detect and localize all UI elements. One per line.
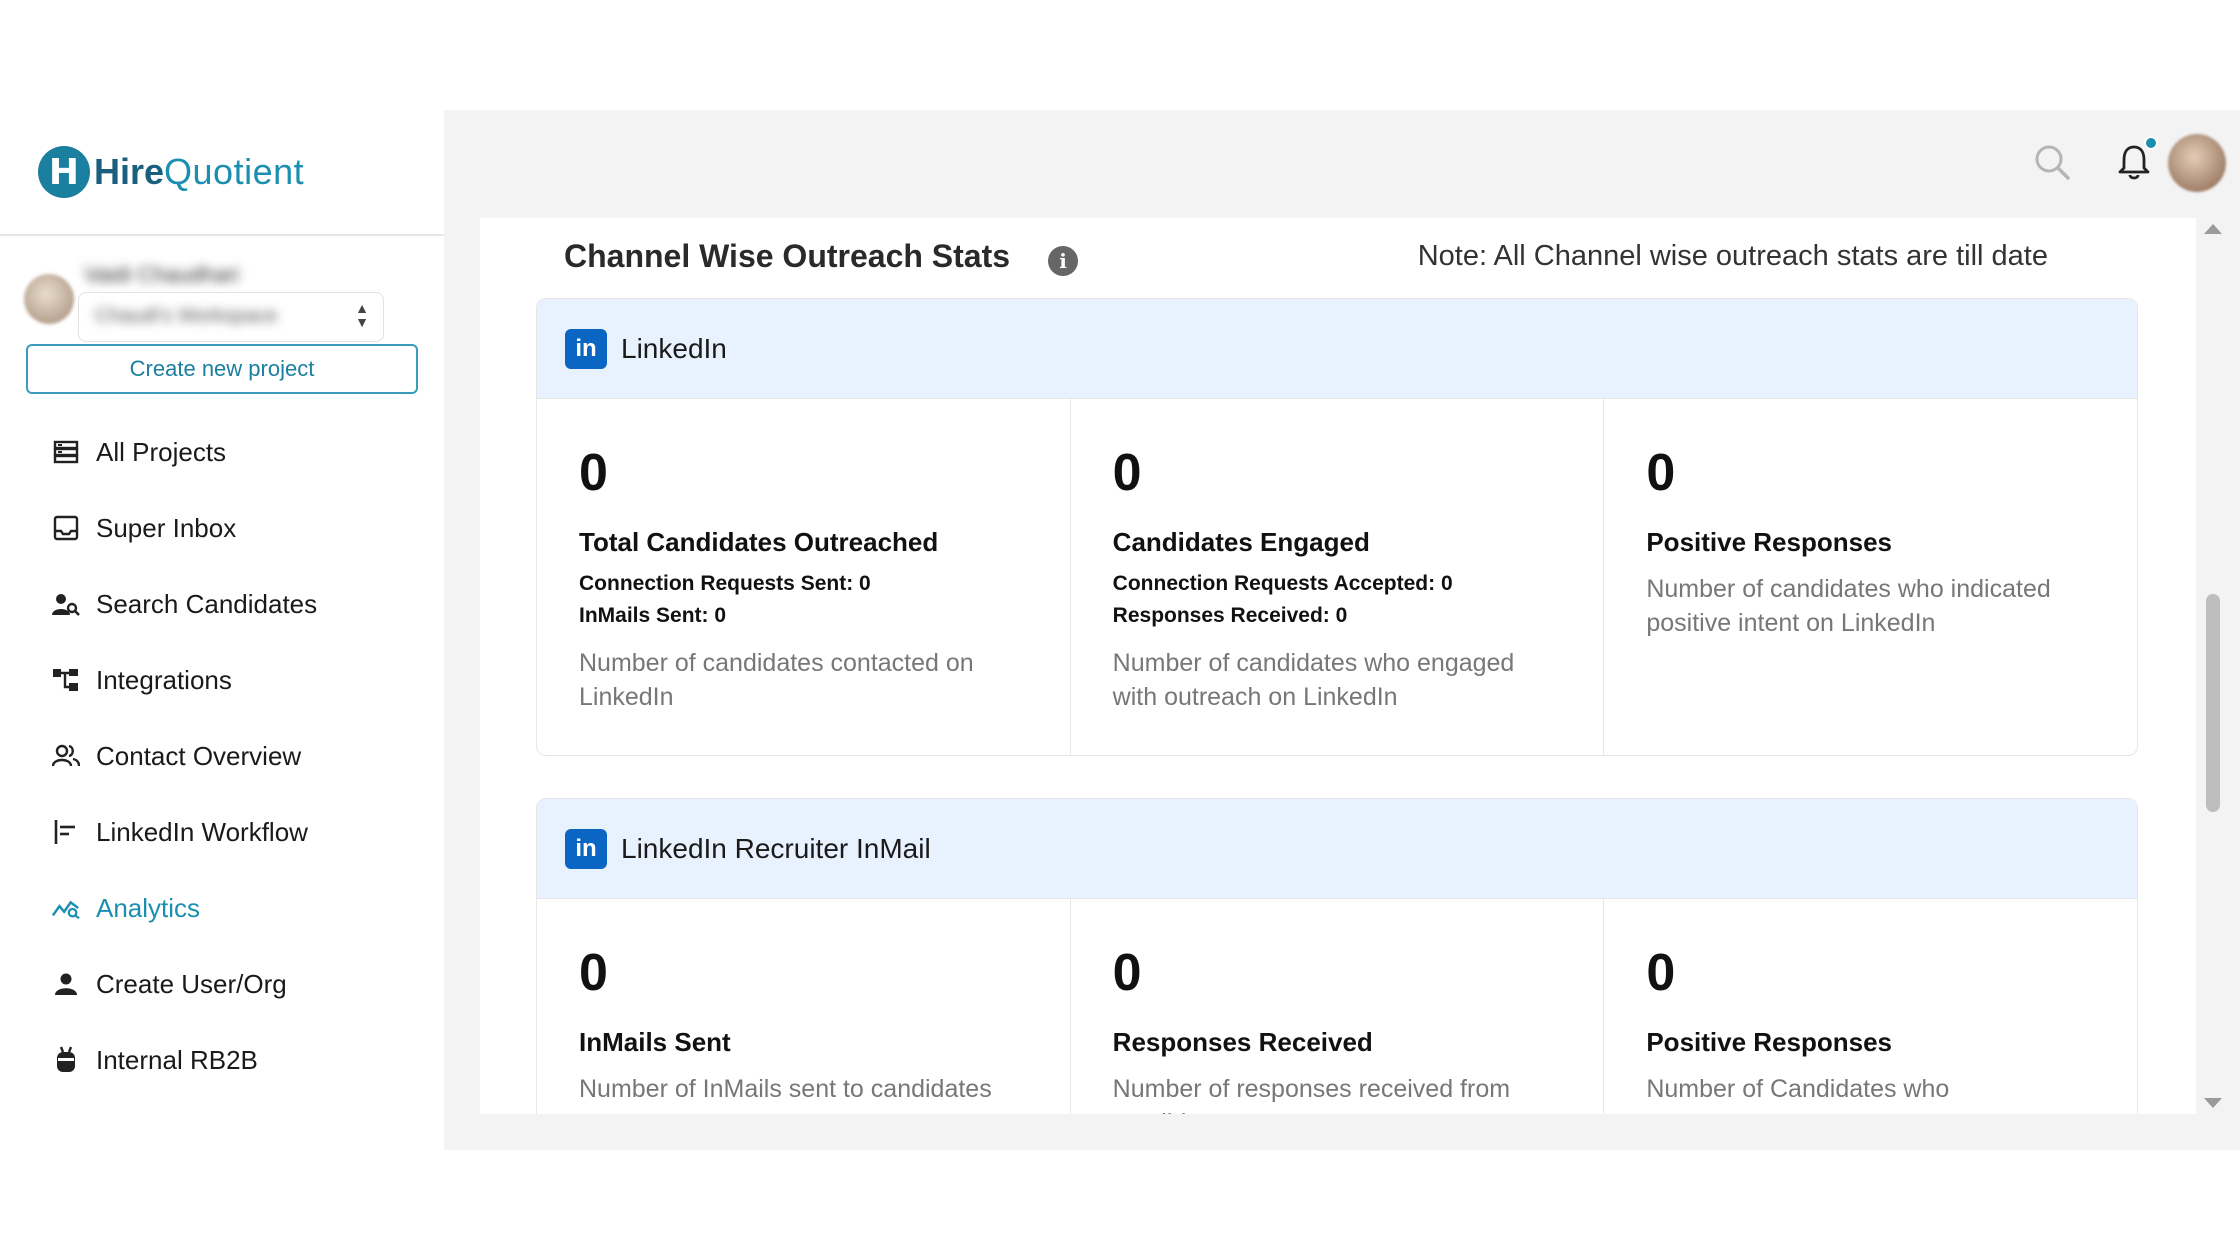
stat-title: Responses Received	[1112, 1027, 1373, 1057]
user-switcher: Vaidi Chaudhari Chaudi's Workspace ▲ ▼	[22, 252, 422, 342]
user-avatar[interactable]	[24, 274, 74, 324]
stat-subtext: Connection Requests Accepted: 0 Response…	[1113, 568, 1562, 632]
scroll-up-arrow-icon[interactable]	[2204, 224, 2222, 234]
stat-title: Positive Responses	[1646, 1027, 1892, 1057]
sidebar-item-super-inbox[interactable]: Super Inbox	[0, 490, 444, 566]
sidebar-item-label: All Projects	[96, 436, 227, 467]
sidebar-item-integrations[interactable]: Integrations	[0, 642, 444, 718]
card-title: LinkedIn Recruiter InMail	[621, 832, 931, 864]
sidebar: H Hire Quotient Vaidi Chaudhari Chaudi's …	[0, 110, 444, 1150]
stat-positive-responses: 0 Positive Responses Number of Candidate…	[1604, 899, 2137, 1114]
stat-value: 0	[579, 944, 608, 1002]
card-header: in LinkedIn Recruiter InMail	[537, 799, 2137, 899]
inbox-icon	[52, 514, 80, 542]
main-panel: Channel Wise Outreach Stats i Note: All …	[444, 110, 2240, 1150]
sidebar-item-label: Integrations	[96, 664, 232, 695]
stat-value: 0	[1112, 944, 1142, 1002]
stat-description: Number of InMails sent to candidates	[579, 1075, 992, 1103]
workspace-name: Chaudi's Workspace	[95, 305, 278, 327]
stat-total-candidates-outreached: 0 Total Candidates Outreached Connection…	[537, 399, 1071, 755]
stat-value: 0	[579, 444, 608, 502]
section-title: Channel Wise Outreach Stats	[564, 238, 1011, 274]
sidebar-nav: All Projects Super Inbox Search Candidat…	[0, 414, 444, 1098]
search-icon[interactable]	[2030, 140, 2074, 184]
stat-candidates-engaged: 0 Candidates Engaged Connection Requests…	[1071, 399, 1605, 755]
sidebar-item-create-user-org[interactable]: Create User/Org	[0, 946, 444, 1022]
content-scrollbar[interactable]	[2198, 218, 2228, 1114]
stat-title: InMails Sent	[579, 1027, 731, 1057]
section-note: Note: All Channel wise outreach stats ar…	[1417, 240, 2048, 272]
stat-description: Number of candidates who engaged with ou…	[1112, 649, 1515, 711]
sidebar-item-label: Super Inbox	[96, 512, 237, 543]
stat-value: 0	[1646, 944, 1676, 1002]
sidebar-item-contact-overview[interactable]: Contact Overview	[0, 718, 444, 794]
card-title: LinkedIn	[621, 332, 727, 364]
linkedin-recruiter-inmail-card: in LinkedIn Recruiter InMail 0 InMails S…	[536, 798, 2138, 1114]
app-window: H Hire Quotient Vaidi Chaudhari Chaudi's …	[0, 110, 2240, 1150]
stat-value: 0	[1646, 444, 1676, 502]
info-icon[interactable]: i	[1048, 246, 1078, 276]
sidebar-item-label: Search Candidates	[96, 588, 318, 619]
stat-description: Number of Candidates who	[1646, 1075, 1950, 1103]
hirequotient-logo[interactable]: H Hire Quotient	[38, 144, 304, 200]
user-name: Vaidi Chaudhari	[84, 262, 239, 287]
sidebar-item-label: Create User/Org	[96, 968, 287, 999]
stat-title: Candidates Engaged	[1112, 527, 1370, 557]
linkedin-stats-card: in LinkedIn 0 Total Candidates Outreache…	[536, 298, 2138, 756]
chevron-updown-icon: ▲ ▼	[355, 300, 369, 330]
stat-inmails-sent: 0 InMails Sent Number of InMails sent to…	[537, 899, 1071, 1114]
stat-responses-received: 0 Responses Received Number of responses…	[1071, 899, 1605, 1114]
card-header: in LinkedIn	[537, 299, 2137, 399]
stat-description: Number of responses received from candid…	[1112, 1075, 1511, 1114]
sidebar-item-linkedin-workflow[interactable]: LinkedIn Workflow	[0, 794, 444, 870]
robot-icon	[52, 1046, 80, 1074]
linkedin-icon: in	[565, 328, 607, 369]
logo-text-hire: Hire	[94, 151, 165, 192]
workspace-select[interactable]: Chaudi's Workspace ▲ ▼	[78, 292, 384, 342]
profile-avatar[interactable]	[2168, 134, 2226, 192]
sidebar-item-label: Contact Overview	[96, 740, 302, 771]
section-header: Channel Wise Outreach Stats i Note: All …	[480, 218, 2196, 298]
projects-icon	[52, 438, 80, 466]
search-person-icon	[52, 590, 80, 618]
sidebar-item-all-projects[interactable]: All Projects	[0, 414, 444, 490]
stat-title: Positive Responses	[1646, 527, 1892, 557]
sidebar-item-internal-rb2b[interactable]: Internal RB2B	[0, 1022, 444, 1098]
scrollbar-thumb[interactable]	[2206, 594, 2220, 812]
contacts-icon	[52, 742, 80, 770]
sidebar-item-search-candidates[interactable]: Search Candidates	[0, 566, 444, 642]
stat-sub-line: Connection Requests Accepted: 0	[1112, 572, 1453, 595]
logo-text-quotient: Quotient	[164, 151, 305, 192]
scroll-down-arrow-icon[interactable]	[2204, 1098, 2222, 1108]
stat-value: 0	[1112, 444, 1142, 502]
stats-row: 0 InMails Sent Number of InMails sent to…	[537, 899, 2137, 1114]
user-icon	[52, 970, 80, 998]
stat-sub-line: Responses Received: 0	[1112, 604, 1348, 627]
analytics-content: Channel Wise Outreach Stats i Note: All …	[480, 218, 2196, 1114]
workflow-icon	[52, 818, 80, 846]
analytics-icon	[52, 894, 80, 922]
sidebar-divider	[0, 234, 444, 236]
stat-sub-line: Connection Requests Sent: 0	[579, 572, 871, 595]
linkedin-icon: in	[565, 828, 607, 869]
stats-row: 0 Total Candidates Outreached Connection…	[537, 399, 2137, 755]
integrations-icon	[52, 666, 80, 694]
notification-dot	[2144, 136, 2158, 150]
stat-description: Number of candidates who indicated posit…	[1646, 575, 2051, 637]
stat-subtext: Connection Requests Sent: 0 InMails Sent…	[579, 568, 1028, 632]
sidebar-item-label: LinkedIn Workflow	[96, 816, 308, 847]
sidebar-item-label: Internal RB2B	[96, 1044, 258, 1075]
sidebar-item-analytics[interactable]: Analytics	[0, 870, 444, 946]
create-new-project-button[interactable]: Create new project	[26, 344, 418, 394]
stat-title: Total Candidates Outreached	[579, 527, 939, 557]
stat-description: Number of candidates contacted on Linked…	[579, 649, 974, 711]
stat-positive-responses: 0 Positive Responses Number of candidate…	[1604, 399, 2137, 755]
logo-mark-icon: H	[38, 146, 90, 198]
sidebar-item-label: Analytics	[96, 892, 201, 923]
stat-sub-line: InMails Sent: 0	[579, 604, 727, 627]
